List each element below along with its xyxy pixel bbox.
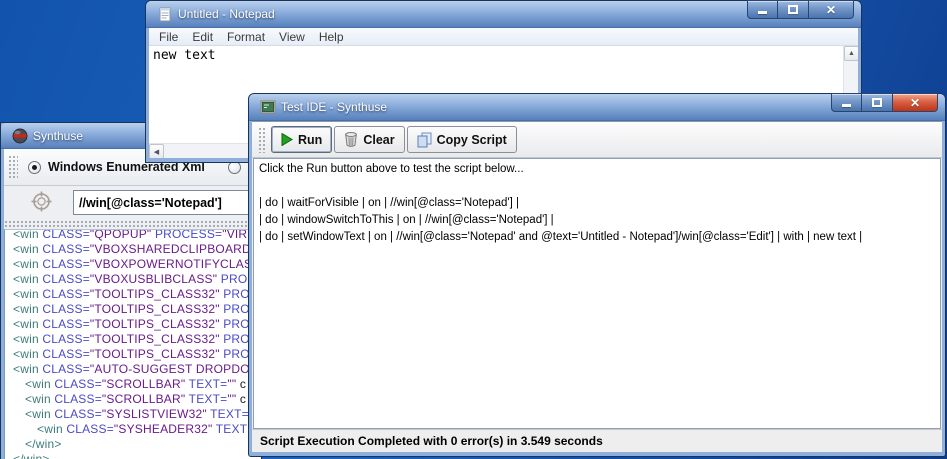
notepad-app-icon [157, 6, 173, 22]
xml-tree-line[interactable]: <win CLASS="TOOLTIPS_CLASS32" PRO [5, 287, 261, 302]
xml-tree-line[interactable]: <win CLASS="SYSHEADER32" TEXT [5, 422, 261, 437]
synthuse-title: Synthuse [33, 129, 83, 143]
script-line: | do | windowSwitchToThis | on | //win[@… [259, 212, 935, 229]
test-ide-body: Run Clear [252, 121, 942, 452]
test-ide-titlebar[interactable]: Test IDE - Synthuse ✕ [249, 94, 945, 121]
close-icon: ✕ [826, 4, 836, 16]
status-bar: Script Execution Completed with 0 error(… [252, 429, 942, 452]
copy-script-button[interactable]: Copy Script [407, 126, 517, 153]
left-arrow-icon: ◀ [154, 148, 159, 156]
toolbar-dotted-separator [4, 220, 261, 229]
menu-item-format[interactable]: Format [220, 30, 272, 44]
menu-item-file[interactable]: File [152, 30, 185, 44]
script-line: | do | waitForVisible | on | //win[@clas… [259, 195, 935, 212]
xml-tree-line[interactable]: <win CLASS="TOOLTIPS_CLASS32" PRO [5, 347, 261, 362]
menu-item-edit[interactable]: Edit [185, 30, 220, 44]
notepad-titlebar[interactable]: Untitled - Notepad ✕ [146, 1, 861, 28]
notepad-window-controls: ✕ [747, 0, 854, 19]
synthuse-xpath-toolbar [4, 186, 261, 220]
test-ide-app-icon [260, 99, 276, 115]
xml-tree-line[interactable]: <win CLASS="QPOPUP" PROCESS="VIR [5, 229, 261, 242]
xml-tree-line[interactable]: <win CLASS="TOOLTIPS_CLASS32" PRO [5, 317, 261, 332]
menu-item-view[interactable]: View [272, 30, 312, 44]
notepad-text[interactable]: new text [153, 48, 216, 63]
copy-script-button-label: Copy Script [437, 133, 507, 147]
xml-tree-line[interactable]: <win CLASS="TOOLTIPS_CLASS32" PRO [5, 332, 261, 347]
xml-tree-line[interactable]: <win CLASS="SYSLISTVIEW32" TEXT= [5, 407, 261, 422]
close-button[interactable]: ✕ [809, 0, 854, 19]
xml-tree-line[interactable]: </win> [5, 452, 261, 459]
xml-tree-line[interactable]: <win CLASS="SCROLLBAR" TEXT="" c [5, 377, 261, 392]
minimize-icon [758, 11, 767, 14]
maximize-icon [788, 5, 798, 14]
xml-tree-line[interactable]: </win> [5, 437, 261, 452]
maximize-icon [872, 98, 882, 107]
xml-tree-line[interactable]: <win CLASS="VBOXUSBLIBCLASS" PROC [5, 272, 261, 287]
xml-tree-lines: <win CLASS="QPOPUP" PROCESS="VIR<win CLA… [5, 229, 261, 459]
xml-tree-line[interactable]: <win CLASS="VBOXPOWERNOTIFYCLAS [5, 257, 261, 272]
minimize-button[interactable] [831, 93, 862, 112]
test-ide-window: Test IDE - Synthuse ✕ Run [248, 93, 946, 457]
test-ide-window-controls: ✕ [831, 93, 938, 112]
minimize-icon [842, 104, 851, 107]
radio-selected-dot [32, 165, 37, 170]
synthuse-app-icon [12, 128, 28, 144]
scroll-left-button[interactable]: ◀ [149, 144, 164, 158]
run-button-label: Run [298, 133, 322, 147]
xml-tree-line[interactable]: <win CLASS="SCROLLBAR" TEXT="" c [5, 392, 261, 407]
minimize-button[interactable] [747, 0, 778, 19]
status-text: Script Execution Completed with 0 error(… [260, 434, 603, 448]
script-text: Click the Run button above to test the s… [259, 161, 935, 246]
close-icon: ✕ [910, 97, 920, 109]
xml-tree-line[interactable]: <win CLASS="AUTO-SUGGEST DROPDO [5, 362, 261, 377]
scroll-up-button[interactable]: ▲ [844, 46, 858, 61]
xpath-input[interactable] [73, 190, 261, 215]
run-play-icon [281, 133, 293, 146]
clear-button[interactable]: Clear [334, 126, 404, 153]
toolbar-drag-handle[interactable] [258, 127, 267, 153]
menu-item-help[interactable]: Help [312, 30, 351, 44]
test-ide-title: Test IDE - Synthuse [281, 100, 387, 114]
test-ide-toolbar: Run Clear [252, 122, 942, 158]
run-button[interactable]: Run [271, 126, 332, 153]
copy-pages-icon [417, 132, 432, 148]
xml-tree-panel[interactable]: <win CLASS="QPOPUP" PROCESS="VIR<win CLA… [4, 229, 261, 459]
close-button[interactable]: ✕ [893, 93, 938, 112]
toolbar-drag-handle[interactable] [8, 155, 18, 180]
notepad-menubar: FileEditFormatViewHelp [149, 28, 858, 46]
radio-windows-enumerated-xml[interactable] [28, 161, 41, 174]
script-line: | do | setWindowText | on | //win[@class… [259, 229, 935, 246]
script-text-area[interactable]: Click the Run button above to test the s… [253, 158, 941, 429]
script-line: Click the Run button above to test the s… [259, 161, 935, 178]
up-arrow-icon: ▲ [848, 50, 855, 57]
clear-button-label: Clear [363, 133, 394, 147]
xml-tree-line[interactable]: <win CLASS="TOOLTIPS_CLASS32" PRO [5, 302, 261, 317]
synthuse-window: Synthuse Windows Enumerated Xml [0, 122, 262, 459]
crosshair-finder-icon[interactable] [31, 191, 52, 212]
synthuse-content: Windows Enumerated Xml <win CLASS="QPOPU… [4, 149, 261, 459]
script-line [259, 178, 935, 195]
maximize-button[interactable] [778, 0, 809, 19]
maximize-button[interactable] [862, 93, 893, 112]
notepad-title: Untitled - Notepad [178, 7, 275, 21]
trash-icon [344, 132, 358, 147]
xml-tree-line[interactable]: <win CLASS="VBOXSHAREDCLIPBOARD [5, 242, 261, 257]
desktop[interactable]: Synthuse Windows Enumerated Xml [0, 0, 947, 459]
